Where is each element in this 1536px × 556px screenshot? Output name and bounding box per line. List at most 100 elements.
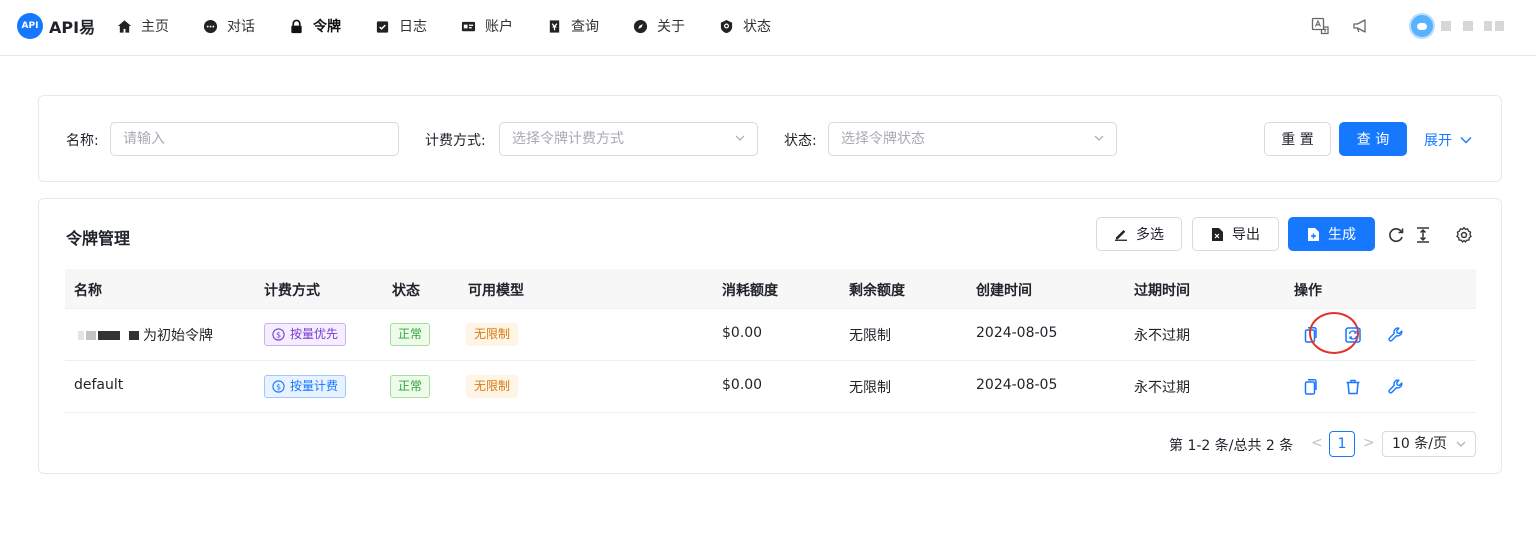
query-icon bbox=[549, 19, 560, 33]
next-page-button[interactable]: > bbox=[1363, 435, 1375, 451]
chevron-down-icon bbox=[735, 135, 745, 141]
expand-label: 展开 bbox=[1424, 133, 1452, 149]
redacted-username bbox=[1495, 21, 1504, 31]
billing-filter-select[interactable]: 选择令牌计费方式 bbox=[499, 122, 758, 156]
status-icon bbox=[720, 19, 733, 33]
nav-label: 账户 bbox=[485, 19, 513, 35]
token-name: 为初始令牌 bbox=[143, 328, 213, 344]
density-icon[interactable] bbox=[1414, 226, 1432, 244]
table-title: 令牌管理 bbox=[66, 229, 131, 248]
nav-menu: 主页 对话 令牌 日志 账户 查询 关于 状态 bbox=[117, 0, 805, 52]
nav-label: 对话 bbox=[227, 19, 255, 35]
billing-filter-placeholder: 选择令牌计费方式 bbox=[512, 131, 624, 147]
reset-button[interactable]: 重 置 bbox=[1264, 122, 1331, 156]
pencil-icon bbox=[1115, 230, 1127, 241]
column-header-models[interactable]: 可用模型 bbox=[468, 280, 524, 300]
multi-select-label: 多选 bbox=[1136, 227, 1164, 243]
nav-item-status[interactable]: 状态 bbox=[719, 0, 771, 52]
expand-filters-link[interactable]: 展开 bbox=[1424, 130, 1472, 150]
wrench-icon[interactable] bbox=[1387, 378, 1405, 396]
export-file-icon bbox=[1212, 227, 1223, 241]
reload-icon[interactable] bbox=[1387, 226, 1405, 244]
created-time: 2024-08-05 bbox=[976, 377, 1058, 393]
query-button[interactable]: 查 询 bbox=[1339, 122, 1407, 156]
column-header-billing[interactable]: 计费方式 bbox=[264, 280, 320, 300]
nav-label: 关于 bbox=[657, 19, 685, 35]
name-filter-label: 名称: bbox=[66, 133, 99, 149]
remaining-quota: 无限制 bbox=[849, 380, 891, 396]
nav-label: 主页 bbox=[141, 19, 169, 35]
chevron-down-icon bbox=[1456, 441, 1466, 447]
redacted-name-part bbox=[129, 331, 139, 340]
remaining-quota: 无限制 bbox=[849, 328, 891, 344]
status-filter-select[interactable]: 选择令牌状态 bbox=[828, 122, 1117, 156]
copy-icon[interactable] bbox=[1301, 378, 1319, 396]
home-icon bbox=[117, 19, 132, 33]
chevron-down-icon bbox=[1094, 135, 1104, 141]
column-header-created-time[interactable]: 创建时间 bbox=[976, 280, 1032, 300]
column-header-used-quota[interactable]: 消耗额度 bbox=[722, 280, 778, 300]
log-icon bbox=[376, 20, 389, 33]
billing-tag-label: 按量计费 bbox=[290, 379, 339, 393]
refresh-icon[interactable] bbox=[1344, 326, 1362, 344]
export-label: 导出 bbox=[1232, 227, 1260, 243]
used-quota: $0.00 bbox=[722, 325, 763, 341]
table-row: 为初始令牌 $ 按量优先 正常 无限制 $0.00 无限制 2024-08-05… bbox=[65, 309, 1476, 361]
status-filter-placeholder: 选择令牌状态 bbox=[841, 131, 925, 147]
dollar-circle-icon: $ bbox=[272, 380, 285, 393]
nav-label: 查询 bbox=[571, 19, 599, 35]
name-filter-input[interactable]: 请输入 bbox=[110, 122, 399, 156]
nav-item-query[interactable]: 查询 bbox=[547, 0, 599, 52]
status-tag: 正常 bbox=[390, 323, 431, 346]
redacted-username bbox=[1441, 21, 1451, 31]
prev-page-button[interactable]: < bbox=[1311, 435, 1323, 451]
nav-label: 日志 bbox=[399, 19, 427, 35]
chevron-down-icon bbox=[1460, 137, 1472, 144]
models-tag: 无限制 bbox=[466, 323, 519, 346]
dollar-circle-icon: $ bbox=[272, 328, 285, 341]
token-name: default bbox=[74, 377, 124, 393]
column-header-name[interactable]: 名称 bbox=[74, 280, 102, 300]
brand[interactable]: API API易 bbox=[17, 13, 95, 39]
expire-time: 永不过期 bbox=[1134, 380, 1190, 396]
wrench-icon[interactable] bbox=[1387, 326, 1405, 344]
generate-label: 生成 bbox=[1328, 227, 1356, 243]
generate-file-icon bbox=[1308, 227, 1319, 241]
filter-panel: 名称: 请输入 计费方式: 选择令牌计费方式 状态: 选择令牌状态 重 置 查 … bbox=[38, 95, 1502, 182]
redacted-username bbox=[1484, 21, 1492, 31]
column-header-status[interactable]: 状态 bbox=[392, 280, 420, 300]
status-filter-label: 状态: bbox=[784, 133, 817, 149]
nav-item-about[interactable]: 关于 bbox=[633, 0, 685, 52]
export-button[interactable]: 导出 bbox=[1192, 217, 1279, 251]
redacted-name-part bbox=[78, 331, 84, 340]
billing-tag-label: 按量优先 bbox=[290, 327, 339, 341]
generate-button[interactable]: 生成 bbox=[1288, 217, 1375, 251]
models-tag: 无限制 bbox=[466, 375, 519, 398]
column-header-remaining-quota[interactable]: 剩余额度 bbox=[849, 280, 905, 300]
page-size-select[interactable]: 10 条/页 bbox=[1382, 431, 1476, 457]
nav-item-chat[interactable]: 对话 bbox=[203, 0, 255, 52]
page-number-current[interactable]: 1 bbox=[1329, 431, 1355, 457]
nav-item-tokens[interactable]: 令牌 bbox=[289, 0, 341, 52]
token-table-panel: 令牌管理 多选 导出 生成 名称 计费方式 状态 可用模型 消耗额度 剩余额度 … bbox=[38, 198, 1502, 474]
avatar[interactable] bbox=[1409, 13, 1435, 39]
translate-icon[interactable] bbox=[1311, 17, 1329, 35]
page-size-label: 10 条/页 bbox=[1392, 436, 1447, 452]
brand-name: API易 bbox=[49, 18, 96, 37]
column-header-expire-time[interactable]: 过期时间 bbox=[1134, 280, 1190, 300]
multi-select-button[interactable]: 多选 bbox=[1096, 217, 1182, 251]
trash-icon[interactable] bbox=[1344, 378, 1362, 396]
nav-item-account[interactable]: 账户 bbox=[461, 0, 513, 52]
nav-item-logs[interactable]: 日志 bbox=[375, 0, 427, 52]
table-row: default $ 按量计费 正常 无限制 $0.00 无限制 2024-08-… bbox=[65, 361, 1476, 413]
nav-item-home[interactable]: 主页 bbox=[117, 0, 169, 52]
created-time: 2024-08-05 bbox=[976, 325, 1058, 341]
redacted-name-part bbox=[98, 331, 120, 340]
chat-icon bbox=[203, 19, 218, 33]
redacted-username bbox=[1463, 21, 1473, 31]
billing-filter-label: 计费方式: bbox=[425, 133, 486, 149]
settings-gear-icon[interactable] bbox=[1455, 226, 1473, 244]
nav-label: 令牌 bbox=[313, 19, 341, 35]
billing-tag: $ 按量计费 bbox=[264, 375, 347, 398]
announcement-icon[interactable] bbox=[1352, 17, 1370, 35]
